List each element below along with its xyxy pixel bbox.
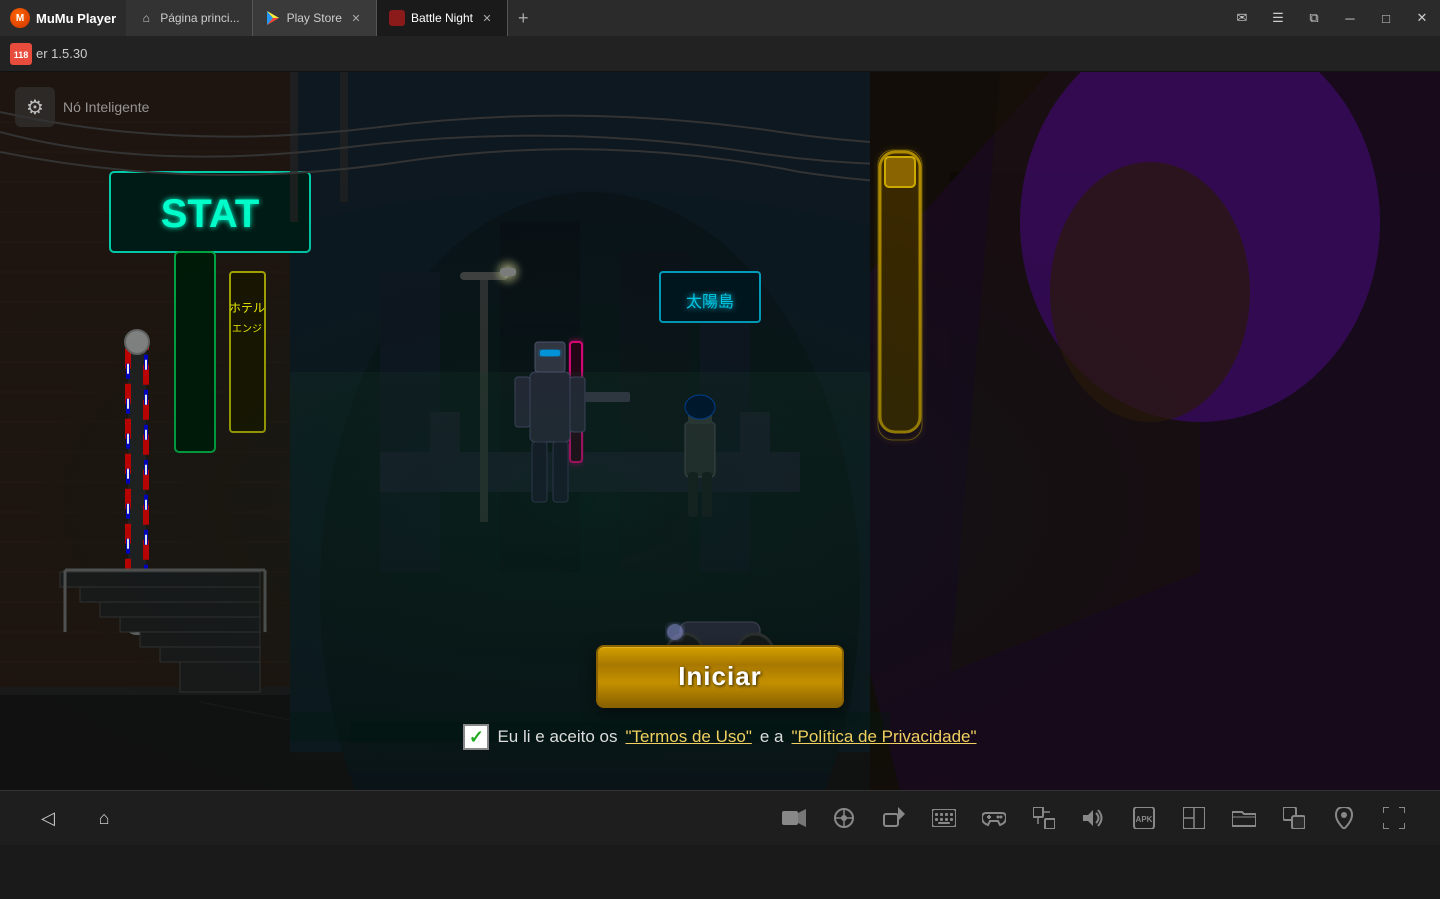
version-icon: 118 xyxy=(10,43,32,65)
game-bottom-ui: Iniciar ✓ Eu li e aceito os "Termos de U… xyxy=(0,645,1440,790)
location-icon[interactable] xyxy=(828,802,860,834)
fullscreen-icon[interactable] xyxy=(1378,802,1410,834)
svg-text:APK: APK xyxy=(1136,815,1153,824)
message-button[interactable]: ✉ xyxy=(1224,0,1260,36)
menu-button[interactable]: ☰ xyxy=(1260,0,1296,36)
settings-area: ⚙ Nó Inteligente xyxy=(15,87,149,127)
playstore-tab-icon xyxy=(265,10,281,26)
multi-window-icon[interactable] xyxy=(1278,802,1310,834)
tab-battlenight-label: Battle Night xyxy=(411,11,473,25)
privacy-policy-link[interactable]: "Política de Privacidade" xyxy=(792,727,977,747)
terms-checkbox[interactable]: ✓ xyxy=(463,724,489,750)
tab-playstore-label: Play Store xyxy=(287,11,342,25)
nav-left-controls: ◁ ⌂ xyxy=(30,800,122,836)
window-controls: ✉ ☰ ⧉ ─ □ ✕ xyxy=(1224,0,1440,36)
tab-battlenight-close[interactable]: ✕ xyxy=(479,10,495,26)
maximize-button[interactable]: □ xyxy=(1368,0,1404,36)
checkbox-checkmark: ✓ xyxy=(469,727,484,748)
battlenight-tab-icon xyxy=(389,10,405,26)
tab-home-label: Página princi... xyxy=(160,11,239,25)
share-icon[interactable] xyxy=(878,802,910,834)
volume-icon[interactable] xyxy=(1078,802,1110,834)
nav-center-tools: APK xyxy=(778,802,1410,834)
mumu-logo-icon: M xyxy=(10,8,30,28)
game-area: STAT ONYX ホテル xyxy=(0,72,1440,790)
version-info: 118 er 1.5.30 xyxy=(10,43,87,65)
smart-node-label: Nó Inteligente xyxy=(63,99,149,115)
terms-of-use-link[interactable]: "Termos de Uso" xyxy=(625,727,751,747)
tabs-area: ⌂ Página princi... Play Store ✕ Battle N… xyxy=(126,0,1224,36)
layout-icon[interactable] xyxy=(1178,802,1210,834)
version-text: er 1.5.30 xyxy=(36,46,87,61)
titlebar: M MuMu Player ⌂ Página princi... Play St… xyxy=(0,0,1440,36)
toolbar: 118 er 1.5.30 xyxy=(0,36,1440,72)
folder-icon[interactable] xyxy=(1228,802,1260,834)
map-icon[interactable] xyxy=(1328,802,1360,834)
resize-icon[interactable] xyxy=(1028,802,1060,834)
settings-button[interactable]: ⚙ xyxy=(15,87,55,127)
tab-battlenight[interactable]: Battle Night ✕ xyxy=(377,0,508,36)
tab-add-button[interactable]: + xyxy=(508,0,539,36)
terms-row: ✓ Eu li e aceito os "Termos de Uso" e a … xyxy=(463,724,976,750)
video-record-icon[interactable] xyxy=(778,802,810,834)
minimize-button[interactable]: ─ xyxy=(1332,0,1368,36)
svg-text:118: 118 xyxy=(14,50,29,60)
bottom-taskbar: ◁ ⌂ xyxy=(0,790,1440,845)
home-button[interactable]: ⌂ xyxy=(86,800,122,836)
keyboard-icon[interactable] xyxy=(928,802,960,834)
gamepad-icon[interactable] xyxy=(978,802,1010,834)
app-name: MuMu Player xyxy=(36,11,116,26)
back-button[interactable]: ◁ xyxy=(30,800,66,836)
tab-home[interactable]: ⌂ Página princi... xyxy=(126,0,252,36)
home-tab-icon: ⌂ xyxy=(138,10,154,26)
apk-icon[interactable]: APK xyxy=(1128,802,1160,834)
terms-connector: e a xyxy=(760,727,784,747)
terms-prefix: Eu li e aceito os xyxy=(497,727,617,747)
close-button[interactable]: ✕ xyxy=(1404,0,1440,36)
app-logo: M MuMu Player xyxy=(0,8,126,28)
start-button[interactable]: Iniciar xyxy=(596,645,844,708)
tab-playstore-close[interactable]: ✕ xyxy=(348,10,364,26)
restore-button[interactable]: ⧉ xyxy=(1296,0,1332,36)
tab-playstore[interactable]: Play Store ✕ xyxy=(253,0,377,36)
